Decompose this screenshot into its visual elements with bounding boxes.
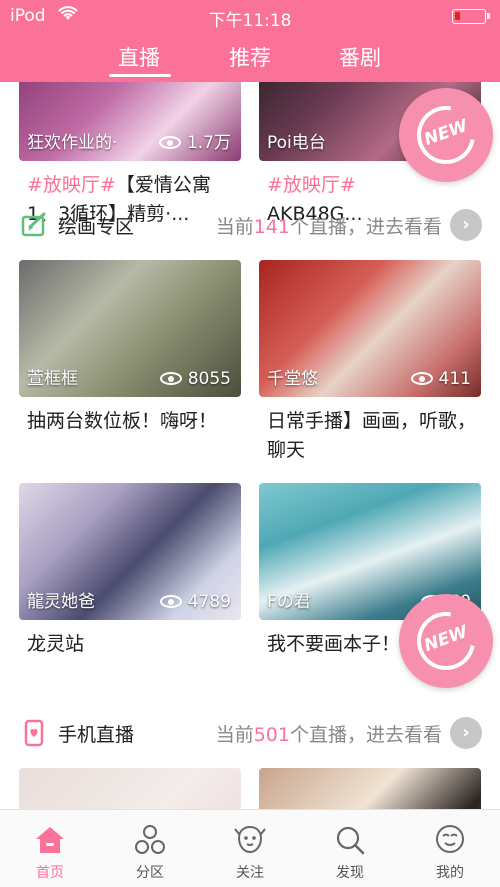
stream-card[interactable]: 萱框框 8055 抽两台数位板！嗨呀！: [19, 260, 241, 436]
nav-profile[interactable]: 我的: [400, 810, 500, 887]
viewer-count: 411: [410, 369, 471, 389]
nav-home[interactable]: 首页: [0, 810, 100, 887]
drawing-board-icon: [20, 211, 48, 239]
section-header-mobile[interactable]: 手机直播 当前501个直播，进去看看 ›: [0, 713, 500, 753]
nav-category[interactable]: 分区: [100, 810, 200, 887]
eye-icon: [159, 372, 182, 385]
section-live-count: 当前501个直播，进去看看: [215, 724, 442, 746]
stream-thumbnail: 萱框框 8055: [19, 260, 241, 397]
refresh-new-button[interactable]: NEW: [399, 88, 493, 182]
stream-tag: #放映厅#: [267, 174, 356, 196]
tab-anime[interactable]: 番剧: [320, 42, 400, 72]
nav-label: 首页: [36, 865, 64, 881]
chevron-right-icon[interactable]: ›: [450, 209, 482, 241]
stream-card[interactable]: 龍灵她爸 4789 龙灵站: [19, 483, 241, 659]
tab-recommend[interactable]: 推荐: [210, 42, 290, 72]
nav-discover[interactable]: 发现: [300, 810, 400, 887]
stream-title: 龙灵站: [27, 633, 85, 655]
viewer-count: 1.7万: [158, 128, 231, 153]
nav-label: 分区: [136, 865, 164, 881]
eye-icon: [159, 595, 182, 608]
section-title: 绘画专区: [58, 216, 135, 238]
stream-owner: Poi电台: [267, 133, 326, 153]
stream-owner: 龍灵她爸: [27, 592, 95, 612]
stream-card[interactable]: 千堂悠 411 日常手播】画画，听歌，聊天: [259, 260, 481, 465]
app-root: iPod 下午11:18 直播 推荐 番剧 狂欢作业的· 1.7万 #放映厅#【…: [0, 0, 500, 887]
stream-owner: 萱框框: [27, 369, 78, 389]
viewer-count: 4789: [159, 592, 231, 612]
stream-thumbnail: 千堂悠 411: [259, 260, 481, 397]
section-title: 手机直播: [58, 724, 135, 746]
stream-title: 抽两台数位板！嗨呀！: [27, 410, 218, 432]
stream-owner: 千堂悠: [267, 369, 318, 389]
top-tabs: 直播 推荐 番剧: [0, 32, 500, 82]
bottom-nav: 首页 分区 关注 发现 我的: [0, 809, 500, 887]
category-icon: [133, 824, 167, 860]
header: iPod 下午11:18 直播 推荐 番剧: [0, 0, 500, 82]
section-header-drawing[interactable]: 绘画专区 当前141个直播，进去看看 ›: [0, 205, 500, 245]
tab-live[interactable]: 直播: [99, 42, 179, 72]
viewer-count: 8055: [159, 369, 231, 389]
status-bar: iPod 下午11:18: [0, 0, 500, 32]
nav-follow[interactable]: 关注: [200, 810, 300, 887]
refresh-new-button[interactable]: NEW: [399, 594, 493, 688]
stream-title: 日常手播】画画，听歌，聊天: [267, 410, 477, 461]
profile-icon: [433, 824, 467, 860]
nav-label: 关注: [236, 865, 264, 881]
mobile-phone-icon: [20, 719, 48, 747]
battery-icon: [452, 9, 490, 24]
section-live-count: 当前141个直播，进去看看: [215, 216, 442, 238]
status-time: 下午11:18: [208, 11, 292, 31]
stream-tag: #放映厅#: [27, 174, 116, 196]
stream-thumbnail: 龍灵她爸 4789: [19, 483, 241, 620]
active-tab-indicator: [109, 74, 171, 77]
search-icon: [333, 824, 367, 860]
stream-owner: 狂欢作业的·: [27, 133, 118, 153]
eye-icon: [410, 372, 433, 385]
nav-label: 发现: [336, 865, 364, 881]
nav-label: 我的: [436, 865, 464, 881]
home-icon: [33, 824, 67, 860]
follow-icon: [233, 824, 267, 860]
eye-icon: [158, 136, 181, 149]
chevron-right-icon[interactable]: ›: [450, 717, 482, 749]
stream-owner: Fの君: [267, 592, 311, 612]
